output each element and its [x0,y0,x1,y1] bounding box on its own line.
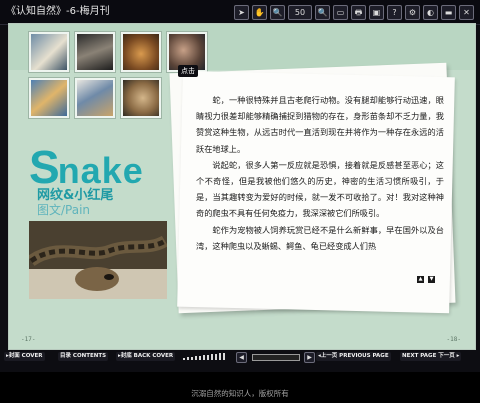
zoom-out-icon[interactable]: 🔍 [270,5,285,20]
scroll-up-icon[interactable]: ▲ [417,276,424,283]
fit-page-icon[interactable]: ▭ [333,5,348,20]
click-hint[interactable]: 点击 [178,65,198,77]
snake-photo [29,221,167,299]
cover-button[interactable]: ▸封面 COVER [4,352,45,361]
play-icon[interactable]: ▶ [304,352,315,363]
progress-slider[interactable] [252,354,300,361]
sound-icon[interactable]: ◐ [423,5,438,20]
pointer-icon[interactable]: ➤ [234,5,249,20]
text-scroll-controls: ▲ ▼ [417,276,435,283]
close-icon[interactable]: ✕ [459,5,474,20]
thumbnail-image[interactable] [75,32,115,72]
copyright-text: 沉溺自然的知识人，版权所有 [191,389,289,398]
hand-icon[interactable]: ✋ [252,5,267,20]
help-icon[interactable]: ? [387,5,402,20]
print-icon[interactable]: 🖶 [351,5,366,20]
article-paragraph: 蛇作为宠物被人饲养玩赏已经不是什么新鲜事，早在国外以及台湾，这种爬虫以及蜥蜴、鳄… [196,224,444,251]
thumbnail-image[interactable] [29,32,69,72]
article-paragraph: 蛇，一种很特殊并且古老爬行动物。没有腿却能够行动迅速，眼睛视力很差却能够精确捕捉… [196,95,444,154]
article-body: 蛇，一种很特殊并且古老爬行动物。没有腿却能够行动迅速，眼睛视力很差却能够精确捕捉… [196,92,444,254]
zoom-level[interactable]: 50 [288,5,312,20]
next-page-button[interactable]: NEXT PAGE 下一页 ▸ [400,352,462,361]
previous-page-button[interactable]: ◂上一页 PREVIOUS PAGE [316,352,391,361]
article-paragraph: 说起蛇，很多人第一反应就是恐惧，接着就是反感甚至恶心；这个不奇怪，但是我被他们悠… [196,159,444,219]
thumbnail-image[interactable] [29,78,69,118]
sound-toggle-icon[interactable]: ◀ [236,352,247,363]
right-page-number: -18- [446,336,461,343]
volume-control[interactable] [183,353,231,360]
thumbnail-image[interactable] [121,32,161,72]
article-credit: 图文/Pain [37,203,91,217]
left-page-number: -17- [21,336,36,343]
zoom-in-icon[interactable]: 🔍 [315,5,330,20]
app-title: 《认知自然》-6-梅月刊 [6,6,110,17]
title-bar: 《认知自然》-6-梅月刊 ➤ ✋ 🔍 50 🔍 ▭ 🖶 ▣ ? ⚙ ◐ ▬ ✕ [0,0,480,25]
settings-icon[interactable]: ⚙ [405,5,420,20]
toolbar-icons: ➤ ✋ 🔍 50 🔍 ▭ 🖶 ▣ ? ⚙ ◐ ▬ ✕ [234,5,474,20]
contents-button[interactable]: 目录 CONTENTS [58,352,109,361]
thumbnail-image[interactable] [121,78,161,118]
save-icon[interactable]: ▣ [369,5,384,20]
thumbnail-image[interactable] [75,78,115,118]
scroll-down-icon[interactable]: ▼ [428,276,435,283]
minimize-icon[interactable]: ▬ [441,5,456,20]
back-cover-button[interactable]: ▸封底 BACK COVER [116,352,176,361]
